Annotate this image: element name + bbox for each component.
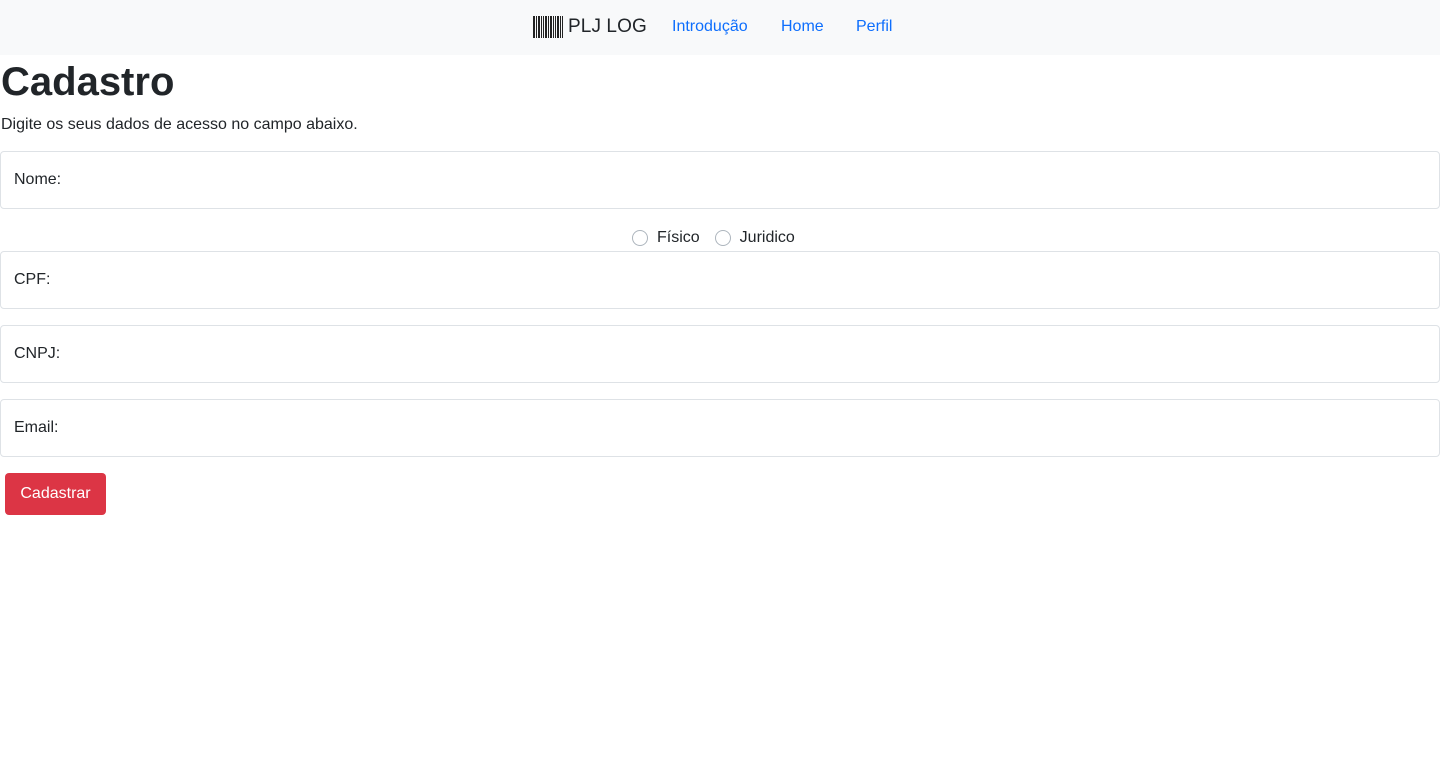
page-subtitle: Digite os seus dados de acesso no campo …	[1, 116, 358, 133]
person-type-radio-group: Físico Juridico	[632, 228, 795, 248]
email-input[interactable]	[0, 399, 1440, 457]
page-title: Cadastro	[1, 60, 175, 104]
radio-fisico[interactable]: Físico	[632, 228, 700, 248]
cadastrar-button[interactable]: Cadastrar	[5, 473, 106, 515]
radio-fisico-circle[interactable]	[632, 230, 648, 246]
nav-link-introducao[interactable]: Introdução	[672, 17, 748, 37]
radio-juridico-circle[interactable]	[714, 230, 731, 246]
brand-link[interactable]: PLJ LOG	[533, 14, 647, 40]
nav-link-home[interactable]: Home	[781, 17, 824, 37]
radio-juridico[interactable]: Juridico	[714, 228, 795, 248]
cpf-input[interactable]	[0, 251, 1440, 309]
nome-input[interactable]	[0, 151, 1440, 209]
radio-juridico-label: Juridico	[739, 229, 795, 246]
brand-name: PLJ LOG	[568, 16, 647, 37]
radio-fisico-label: Físico	[657, 229, 700, 246]
nav-link-perfil[interactable]: Perfil	[856, 17, 892, 37]
cnpj-input[interactable]	[0, 325, 1440, 383]
navbar: PLJ LOG Introdução Home Perfil	[0, 0, 1440, 55]
barcode-icon	[533, 16, 563, 38]
